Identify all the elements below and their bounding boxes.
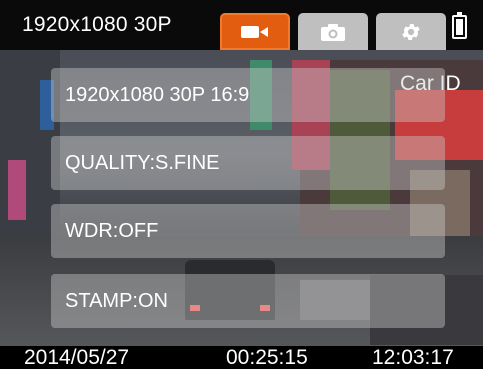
dashcam-screen: 1920x1080 30P Car ID 1920x1080 30P 16:9 … <box>0 0 483 369</box>
date-readout: 2014/05/27 <box>24 346 130 369</box>
gear-icon <box>402 23 420 40</box>
setting-stamp[interactable]: STAMP:ON <box>51 274 445 328</box>
setting-label: STAMP:ON <box>65 289 168 312</box>
bottom-status-bar: 2014/05/27 00:25:15 12:03:17 <box>0 346 483 369</box>
photo-mode-button[interactable] <box>298 13 368 50</box>
setting-label: WDR:OFF <box>65 219 159 242</box>
setting-wdr[interactable]: WDR:OFF <box>51 204 445 258</box>
camera-icon <box>321 23 345 41</box>
top-status-bar: 1920x1080 30P <box>0 0 483 50</box>
clock-readout: 12:03:17 <box>372 346 454 369</box>
battery-icon <box>452 12 467 39</box>
setting-label: QUALITY:S.FINE <box>65 151 220 174</box>
video-camera-icon <box>241 25 268 38</box>
resolution-status: 1920x1080 30P <box>22 13 172 36</box>
setting-resolution[interactable]: 1920x1080 30P 16:9 <box>51 68 445 122</box>
setting-label: 1920x1080 30P 16:9 <box>65 83 250 106</box>
setting-quality[interactable]: QUALITY:S.FINE <box>51 136 445 190</box>
video-mode-button[interactable] <box>220 13 290 50</box>
settings-mode-button[interactable] <box>376 13 446 50</box>
elapsed-time-readout: 00:25:15 <box>226 346 308 369</box>
